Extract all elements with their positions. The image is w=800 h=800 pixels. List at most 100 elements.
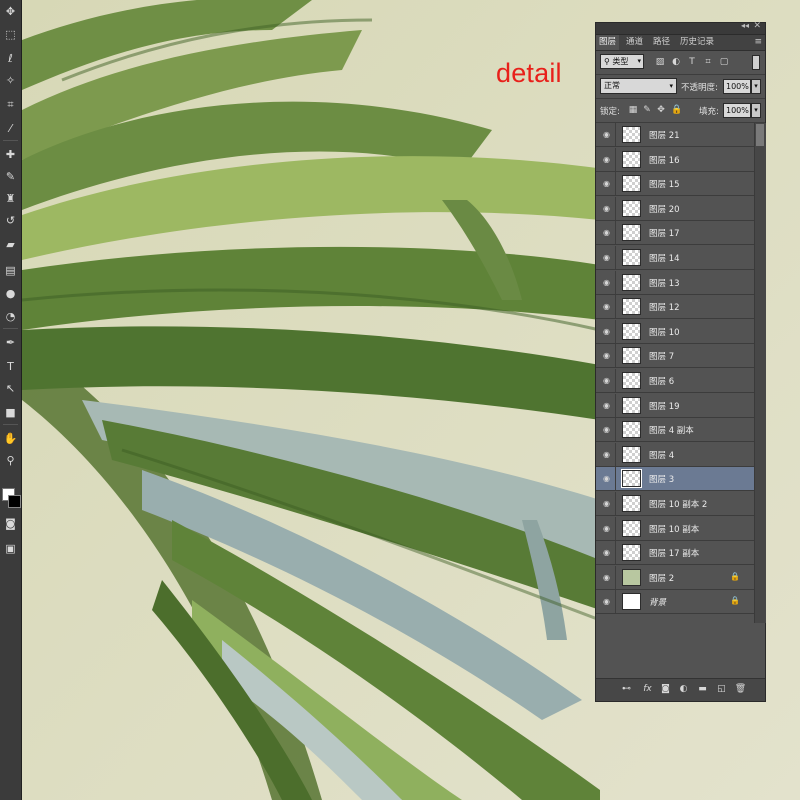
visibility-eye-icon[interactable]: ◉ xyxy=(602,573,611,582)
layer-name[interactable]: 图层 2 xyxy=(649,572,674,584)
eyedropper-tool-icon[interactable]: ⁄ xyxy=(2,120,19,137)
shape-filter-icon[interactable]: ⌗ xyxy=(702,56,714,68)
layer-thumbnail[interactable] xyxy=(622,544,641,562)
layer-name[interactable]: 图层 16 xyxy=(649,154,680,166)
healing-brush-tool-icon[interactable]: ✚ xyxy=(2,146,19,163)
tab-history[interactable]: 历史记录 xyxy=(677,35,717,50)
new-group-icon[interactable]: ▬ xyxy=(696,683,709,696)
pixel-filter-icon[interactable]: ▨ xyxy=(654,56,666,68)
zoom-tool-icon[interactable]: ⚲ xyxy=(2,452,19,469)
move-tool-icon[interactable]: ✥ xyxy=(2,3,19,20)
link-layers-icon[interactable]: ⊷ xyxy=(620,683,633,696)
layer-row[interactable]: ◉ 图层 10 副本 2 xyxy=(596,492,754,516)
scrollbar-thumb[interactable] xyxy=(756,124,764,146)
visibility-eye-icon[interactable]: ◉ xyxy=(602,450,611,459)
panel-title-bar[interactable]: ◂◂ ✕ xyxy=(596,21,765,35)
layer-row[interactable]: ◉ 图层 4 xyxy=(596,442,754,467)
layer-row[interactable]: ◉ 背景 🔒 xyxy=(596,590,754,615)
layer-name[interactable]: 图层 7 xyxy=(649,350,674,362)
foreground-background-colors[interactable] xyxy=(2,488,21,508)
layer-row[interactable]: ◉ 图层 20 xyxy=(596,196,754,221)
delete-layer-icon[interactable]: 🗑 xyxy=(734,683,747,696)
visibility-eye-icon[interactable]: ◉ xyxy=(602,253,611,262)
path-selection-tool-icon[interactable]: ↖ xyxy=(2,380,19,397)
visibility-eye-icon[interactable]: ◉ xyxy=(602,327,611,336)
layer-name[interactable]: 图层 14 xyxy=(649,252,680,264)
clone-stamp-tool-icon[interactable]: ♜ xyxy=(2,190,19,207)
visibility-eye-icon[interactable]: ◉ xyxy=(602,302,611,311)
filter-toggle-switch[interactable] xyxy=(752,55,760,70)
layer-row[interactable]: ◉ 图层 21 xyxy=(596,123,754,147)
opacity-dropdown-arrow[interactable]: ▾ xyxy=(751,79,761,94)
layer-row[interactable]: ◉ 图层 13 xyxy=(596,270,754,295)
layer-name[interactable]: 图层 19 xyxy=(649,400,680,412)
layer-row[interactable]: ◉ 图层 12 xyxy=(596,295,754,320)
visibility-eye-icon[interactable]: ◉ xyxy=(602,228,611,237)
layer-list-scrollbar[interactable] xyxy=(754,123,766,623)
fx-icon[interactable]: fx xyxy=(641,683,654,696)
layer-row[interactable]: ◉ 图层 14 xyxy=(596,246,754,270)
pen-tool-icon[interactable]: ✒ xyxy=(2,334,19,351)
marquee-tool-icon[interactable]: ⬚ xyxy=(2,26,19,43)
layer-name[interactable]: 图层 21 xyxy=(649,129,680,141)
hand-tool-icon[interactable]: ✋ xyxy=(2,430,19,447)
gradient-tool-icon[interactable]: ▤ xyxy=(2,262,19,279)
visibility-eye-icon[interactable]: ◉ xyxy=(602,278,611,287)
new-layer-icon[interactable]: ◱ xyxy=(715,683,728,696)
blend-mode-select[interactable]: 正常 ▾ xyxy=(600,78,677,94)
background-color-swatch[interactable] xyxy=(8,495,21,508)
visibility-eye-icon[interactable]: ◉ xyxy=(602,204,611,213)
smart-object-filter-icon[interactable]: ▢ xyxy=(718,56,730,68)
layer-row[interactable]: ◉ 图层 7 xyxy=(596,344,754,369)
layer-thumbnail[interactable] xyxy=(622,396,641,414)
visibility-eye-icon[interactable]: ◉ xyxy=(602,155,611,164)
panel-menu-icon[interactable]: ≡ xyxy=(754,35,762,50)
layer-thumbnail[interactable] xyxy=(622,175,641,193)
layer-name[interactable]: 图层 6 xyxy=(649,375,674,387)
type-filter-icon[interactable]: T xyxy=(686,56,698,68)
layer-name[interactable]: 图层 20 xyxy=(649,203,680,215)
layer-row[interactable]: ◉ 图层 15 xyxy=(596,172,754,197)
add-mask-icon[interactable]: ◙ xyxy=(659,683,672,696)
lasso-tool-icon[interactable]: ℓ xyxy=(2,50,19,67)
crop-tool-icon[interactable]: ⌗ xyxy=(2,96,19,113)
layer-name[interactable]: 图层 4 副本 xyxy=(649,424,694,436)
layer-name[interactable]: 图层 17 xyxy=(649,227,680,239)
eraser-tool-icon[interactable]: ▰ xyxy=(2,236,19,253)
layer-thumbnail[interactable] xyxy=(622,273,641,291)
layer-thumbnail[interactable] xyxy=(622,593,641,611)
visibility-eye-icon[interactable]: ◉ xyxy=(602,597,611,606)
screen-mode-icon[interactable]: ▣ xyxy=(2,540,19,557)
layer-row[interactable]: ◉ 图层 16 xyxy=(596,147,754,172)
quick-mask-icon[interactable]: ◙ xyxy=(2,515,19,532)
layer-thumbnail[interactable] xyxy=(622,519,641,537)
lock-all-icon[interactable]: 🔒 xyxy=(671,105,682,116)
dodge-tool-icon[interactable]: ◔ xyxy=(2,308,19,325)
layer-name[interactable]: 图层 17 副本 xyxy=(649,547,699,559)
visibility-eye-icon[interactable]: ◉ xyxy=(602,548,611,557)
visibility-eye-icon[interactable]: ◉ xyxy=(602,524,611,533)
layer-row[interactable]: ◉ 图层 2 🔒 xyxy=(596,565,754,590)
type-tool-icon[interactable]: T xyxy=(2,358,19,375)
layer-thumbnail[interactable] xyxy=(621,469,642,489)
layer-name[interactable]: 图层 12 xyxy=(649,301,680,313)
adjustment-filter-icon[interactable]: ◐ xyxy=(670,56,682,68)
opacity-input[interactable]: 100% xyxy=(723,79,751,94)
fill-dropdown-arrow[interactable]: ▾ xyxy=(751,103,761,118)
layer-filter-select[interactable]: ⚲ 类型 ▾ xyxy=(600,54,644,69)
visibility-eye-icon[interactable]: ◉ xyxy=(602,376,611,385)
blur-tool-icon[interactable]: ● xyxy=(2,285,19,302)
visibility-eye-icon[interactable]: ◉ xyxy=(602,425,611,434)
layer-thumbnail[interactable] xyxy=(622,568,641,586)
adjustment-layer-icon[interactable]: ◐ xyxy=(677,683,690,696)
layer-row[interactable]: ◉ 图层 4 副本 xyxy=(596,418,754,443)
visibility-eye-icon[interactable]: ◉ xyxy=(602,351,611,360)
layer-row[interactable]: ◉ 图层 3 xyxy=(596,467,754,492)
layer-thumbnail[interactable] xyxy=(622,249,641,266)
layer-row[interactable]: ◉ 图层 10 副本 xyxy=(596,516,754,541)
layer-thumbnail[interactable] xyxy=(622,421,641,439)
layer-name[interactable]: 图层 13 xyxy=(649,277,680,289)
layer-name[interactable]: 图层 3 xyxy=(649,473,674,485)
layer-name[interactable]: 图层 10 副本 2 xyxy=(649,498,707,510)
lock-transparency-icon[interactable]: ▦ xyxy=(628,105,638,116)
